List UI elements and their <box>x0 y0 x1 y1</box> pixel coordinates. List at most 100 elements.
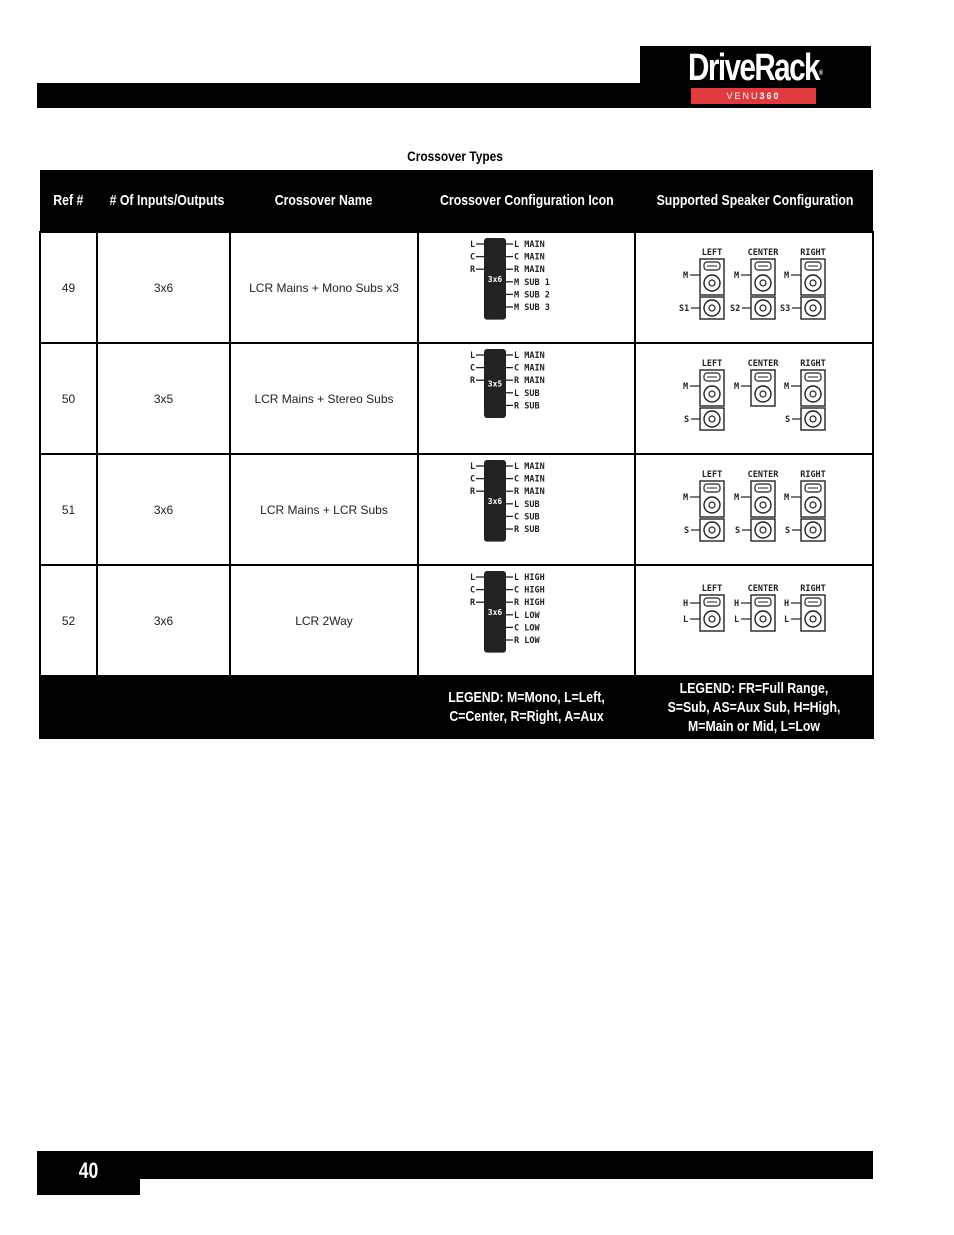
speaker-diagram: LEFTHLCENTERHLRIGHTHL <box>683 584 826 632</box>
legend-row: LEGEND: M=Mono, L=Left, C=Center, R=Righ… <box>39 675 874 739</box>
speaker-column-label: CENTER <box>748 248 780 258</box>
sub-speaker-icon <box>800 518 826 542</box>
speaker-config-diagram: LEFT M S CENTER M S RIGHT M S <box>634 453 874 566</box>
crossover-name-cell: LCR Mains + Mono Subs x3 <box>229 231 419 344</box>
main-input-label: M <box>683 493 688 503</box>
low-input-label: L <box>683 615 688 625</box>
crossover-config-icon: 3x5 L C R L MAIN C MAIN R MAIN L SUB R SUB <box>417 342 636 455</box>
input-label: R <box>470 598 476 608</box>
io-cell: 3x6 <box>96 564 231 677</box>
speaker-column-label: LEFT <box>702 470 722 480</box>
input-label: C <box>470 586 475 596</box>
output-label: M SUB 3 <box>514 303 550 313</box>
speaker-column-label: RIGHT <box>800 248 826 258</box>
ref-cell: 52 <box>39 564 98 677</box>
output-label: L MAIN <box>514 462 545 472</box>
crossover-name-cell: LCR Mains + Stereo Subs <box>229 342 419 455</box>
model-suffix: 360 <box>759 91 781 101</box>
output-label: R MAIN <box>514 487 545 497</box>
output-label: L SUB <box>514 500 540 510</box>
output-label: R MAIN <box>514 265 545 275</box>
main-speaker-icon <box>750 480 776 518</box>
crossover-name-cell: LCR 2Way <box>229 564 419 677</box>
main-input-label: M <box>683 382 688 392</box>
output-label: C HIGH <box>514 586 545 596</box>
sub-input-label: S <box>684 415 689 425</box>
sub-input-label: S1 <box>679 304 689 314</box>
input-label: R <box>470 376 476 386</box>
speaker-column-label: RIGHT <box>800 470 826 480</box>
sub-input-label: S <box>684 526 689 536</box>
low-input-label: L <box>784 615 789 625</box>
col-header-ref: Ref # <box>40 170 97 232</box>
output-label: C MAIN <box>514 475 545 485</box>
output-label: L HIGH <box>514 573 545 583</box>
output-label: M SUB 1 <box>514 278 550 288</box>
sub-speaker-icon <box>699 518 725 542</box>
sub-input-label: S2 <box>730 304 740 314</box>
high-input-label: H <box>734 599 739 609</box>
main-input-label: M <box>784 382 789 392</box>
crossover-block-diagram: 3x6 LCR L MAIN C MAIN R MAIN M SUB 1 M SUB 2 M … <box>470 238 550 320</box>
table-row: 49 3x6 LCR Mains + Mono Subs x3 3x6 L C R L MAI… <box>39 231 874 344</box>
table-header-row: Ref # # Of Inputs/Outputs Crossover Name… <box>40 170 873 232</box>
crossover-block-diagram: 3x5 LCR L MAIN C MAIN R MAIN L SUB R SUB <box>470 349 545 418</box>
table-row: 50 3x5 LCR Mains + Stereo Subs 3x5 L C R L MAIN… <box>39 342 874 455</box>
col-header-icon: Crossover Configuration Icon <box>418 170 635 232</box>
output-label: R SUB <box>514 401 540 411</box>
output-label: M SUB 2 <box>514 290 550 300</box>
speaker-column-label: CENTER <box>748 584 780 594</box>
ref-cell: 49 <box>39 231 98 344</box>
main-speaker-icon <box>699 594 725 632</box>
table-row: 52 3x6 LCR 2Way 3x6 L C R L HIGH C HIGH R HIGH L L… <box>39 564 874 677</box>
crossover-block-diagram: 3x6 LCR L HIGH C HIGH R HIGH L LOW C LOW R LOW <box>470 571 545 653</box>
output-label: R MAIN <box>514 376 545 386</box>
main-speaker-icon <box>750 258 776 296</box>
main-input-label: M <box>683 271 688 281</box>
input-label: L <box>470 351 475 361</box>
output-label: R SUB <box>514 525 540 535</box>
table-row: 51 3x6 LCR Mains + LCR Subs 3x6 L C R L MAIN C M… <box>39 453 874 566</box>
main-speaker-icon <box>699 258 725 296</box>
col-header-io: # Of Inputs/Outputs <box>97 170 230 232</box>
col-header-speaker: Supported Speaker Configuration <box>635 170 873 232</box>
io-cell: 3x5 <box>96 342 231 455</box>
block-label: 3x6 <box>488 275 503 284</box>
speaker-config-diagram: LEFT H L CENTER H L RIGHT H L <box>634 564 874 677</box>
io-cell: 3x6 <box>96 231 231 344</box>
footer-bar <box>37 1151 873 1179</box>
sub-speaker-icon <box>699 407 725 431</box>
main-input-label: M <box>734 493 739 503</box>
main-input-label: M <box>784 493 789 503</box>
table-caption: Crossover Types <box>407 148 503 164</box>
col-header-name: Crossover Name <box>230 170 418 232</box>
legend-icon: LEGEND: M=Mono, L=Left, C=Center, R=Righ… <box>417 675 636 739</box>
main-speaker-icon <box>699 480 725 518</box>
sub-speaker-icon <box>750 296 776 320</box>
crossover-config-icon: 3x6 L C R L MAIN C MAIN R MAIN M SUB 1 M SUB 2 M … <box>417 231 636 344</box>
speaker-column-label: RIGHT <box>800 584 826 594</box>
output-label: L MAIN <box>514 351 545 361</box>
output-label: C MAIN <box>514 253 545 263</box>
output-label: C SUB <box>514 512 540 522</box>
speaker-config-diagram: LEFT M S1 CENTER M S2 RIGHT M S3 <box>634 231 874 344</box>
main-speaker-icon <box>800 258 826 296</box>
block-label: 3x6 <box>488 608 503 617</box>
trademark: ® <box>818 70 823 77</box>
input-label: C <box>470 253 475 263</box>
crossover-table: Ref # # Of Inputs/Outputs Crossover Name… <box>39 170 874 739</box>
sub-input-label: S <box>785 526 790 536</box>
ref-cell: 50 <box>39 342 98 455</box>
main-input-label: M <box>784 271 789 281</box>
low-input-label: L <box>734 615 739 625</box>
crossover-config-icon: 3x6 L C R L HIGH C HIGH R HIGH L LOW C LOW R LOW <box>417 564 636 677</box>
output-label: L SUB <box>514 389 540 399</box>
speaker-diagram: LEFT M S1 CENTER M S2 RIGHT M S3 <box>679 248 826 320</box>
speaker-column-label: CENTER <box>748 359 780 369</box>
block-label: 3x5 <box>488 380 503 389</box>
output-label: L MAIN <box>514 240 545 250</box>
input-label: R <box>470 487 476 497</box>
speaker-diagram: LEFT M S CENTER M RIGHT M S <box>683 359 826 431</box>
crossover-name-cell: LCR Mains + LCR Subs <box>229 453 419 566</box>
sub-input-label: S3 <box>780 304 790 314</box>
